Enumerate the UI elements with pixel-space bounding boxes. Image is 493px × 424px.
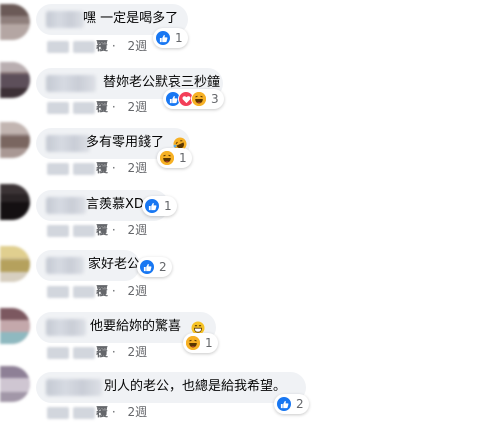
timestamp[interactable]: 2週 <box>127 161 147 175</box>
reaction-count: 2 <box>296 397 304 411</box>
timestamp[interactable]: 2週 <box>127 39 147 53</box>
like-reaction-icon <box>276 396 292 412</box>
comment-item: 他要給妳的驚喜 1 覆 · 2週 <box>0 300 493 360</box>
haha-reaction-icon <box>159 150 175 166</box>
avatar[interactable] <box>0 366 30 402</box>
reply-button[interactable]: 覆 <box>96 161 108 175</box>
comment-actions: 覆 · 2週 <box>47 160 147 176</box>
reply-button[interactable]: 覆 <box>96 223 108 237</box>
author-name-blurred[interactable] <box>46 135 90 152</box>
comment-item: 替妳老公默哀三秒鐘 3 覆 · 2週 <box>0 60 493 120</box>
comment-actions: 覆 · 2週 <box>47 222 147 238</box>
reply-button[interactable]: 覆 <box>96 39 108 53</box>
avatar[interactable] <box>0 308 30 344</box>
like-action-blurred[interactable] <box>47 40 69 53</box>
comment-actions: 覆 · 2週 <box>47 283 147 299</box>
timestamp[interactable]: 2週 <box>127 223 147 237</box>
comment-text: 嘿 一定是喝多了 <box>83 11 179 26</box>
comment-text: 別人的老公，也總是給我希望。 <box>104 379 287 394</box>
reaction-summary[interactable]: 1 <box>153 28 188 48</box>
reaction-count: 1 <box>175 31 183 45</box>
avatar[interactable] <box>0 62 30 98</box>
comment-text: 言羨慕XD <box>86 197 144 212</box>
reply-button[interactable]: 覆 <box>96 345 108 359</box>
reaction-summary[interactable]: 1 <box>183 333 218 353</box>
comment-bubble: 家好老公 <box>36 250 140 281</box>
reaction-count: 1 <box>179 151 187 165</box>
comment-actions: 覆 · 2週 <box>47 404 147 420</box>
reply-action-blurred[interactable] <box>73 224 95 237</box>
timestamp[interactable]: 2週 <box>127 100 147 114</box>
timestamp[interactable]: 2週 <box>127 345 147 359</box>
timestamp[interactable]: 2週 <box>127 284 147 298</box>
comment-item: 言羨慕XD 1 覆 · 2週 <box>0 180 493 240</box>
like-action-blurred[interactable] <box>47 346 69 359</box>
avatar[interactable] <box>0 246 30 282</box>
comment-text: 多有零用錢了 <box>86 135 165 150</box>
like-action-blurred[interactable] <box>47 224 69 237</box>
author-name-blurred[interactable] <box>46 75 96 92</box>
reaction-summary[interactable]: 1 <box>157 148 192 168</box>
reply-action-blurred[interactable] <box>73 406 95 419</box>
reaction-summary[interactable]: 3 <box>163 89 224 109</box>
author-name-blurred[interactable] <box>46 319 86 336</box>
reply-action-blurred[interactable] <box>73 162 95 175</box>
comment-item: 家好老公 2 覆 · 2週 <box>0 240 493 300</box>
reply-action-blurred[interactable] <box>73 285 95 298</box>
reaction-summary[interactable]: 2 <box>274 394 309 414</box>
comment-bubble: 別人的老公，也總是給我希望。 <box>36 372 306 403</box>
like-action-blurred[interactable] <box>47 406 69 419</box>
like-reaction-icon <box>139 259 155 275</box>
like-action-blurred[interactable] <box>47 101 69 114</box>
reply-action-blurred[interactable] <box>73 346 95 359</box>
comment-item: 多有零用錢了 1 覆 · 2週 <box>0 120 493 180</box>
comment-actions: 覆 · 2週 <box>47 38 147 54</box>
reply-button[interactable]: 覆 <box>96 284 108 298</box>
author-name-blurred[interactable] <box>46 11 84 28</box>
author-name-blurred[interactable] <box>46 379 102 396</box>
like-action-blurred[interactable] <box>47 162 69 175</box>
author-name-blurred[interactable] <box>46 197 86 214</box>
reply-action-blurred[interactable] <box>73 101 95 114</box>
haha-reaction-icon <box>191 91 207 107</box>
like-reaction-icon <box>155 30 171 46</box>
comment-actions: 覆 · 2週 <box>47 344 147 360</box>
avatar[interactable] <box>0 184 30 220</box>
reaction-count: 1 <box>205 336 213 350</box>
reply-button[interactable]: 覆 <box>96 405 108 419</box>
comment-text: 家好老公 <box>88 257 141 272</box>
comment-text: 他要給妳的驚喜 <box>90 319 182 334</box>
timestamp[interactable]: 2週 <box>127 405 147 419</box>
haha-reaction-icon <box>185 335 201 351</box>
comment-actions: 覆 · 2週 <box>47 99 147 115</box>
reaction-summary[interactable]: 1 <box>142 196 177 216</box>
reaction-summary[interactable]: 2 <box>137 257 172 277</box>
comment-item: 別人的老公，也總是給我希望。 2 覆 · 2週 <box>0 360 493 420</box>
reply-button[interactable]: 覆 <box>96 100 108 114</box>
like-action-blurred[interactable] <box>47 285 69 298</box>
reply-action-blurred[interactable] <box>73 40 95 53</box>
author-name-blurred[interactable] <box>46 257 84 274</box>
reaction-count: 1 <box>164 199 172 213</box>
avatar[interactable] <box>0 122 30 158</box>
comment-item: 嘿 一定是喝多了 1 覆 · 2週 <box>0 0 493 60</box>
reaction-count: 3 <box>211 92 219 106</box>
avatar[interactable] <box>0 4 30 40</box>
reaction-count: 2 <box>159 260 167 274</box>
like-reaction-icon <box>144 198 160 214</box>
